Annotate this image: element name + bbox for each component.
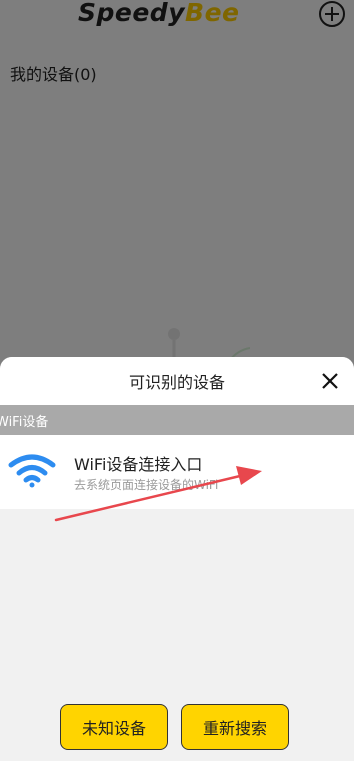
sheet-title: 可识别的设备 (128, 373, 225, 392)
wifi-icon (8, 454, 56, 488)
unknown-device-button[interactable]: 未知设备 (60, 704, 168, 750)
device-bottom-sheet: 可识别的设备 WiFi设备 WiFi设备连接入口 去系统页面连接设备的WiFi (0, 357, 354, 761)
close-button[interactable] (320, 371, 340, 391)
wifi-entry-title: WiFi设备连接入口 (74, 455, 203, 474)
wifi-section-header: WiFi设备 (0, 405, 354, 435)
close-icon (322, 373, 338, 389)
rescan-button[interactable]: 重新搜索 (181, 704, 289, 750)
sheet-header: 可识别的设备 (0, 357, 354, 405)
wifi-entry-subtitle: 去系统页面连接设备的WiFi (74, 478, 219, 492)
section-label: WiFi设备 (0, 415, 49, 430)
wifi-connect-entry[interactable]: WiFi设备连接入口 去系统页面连接设备的WiFi (0, 435, 354, 509)
